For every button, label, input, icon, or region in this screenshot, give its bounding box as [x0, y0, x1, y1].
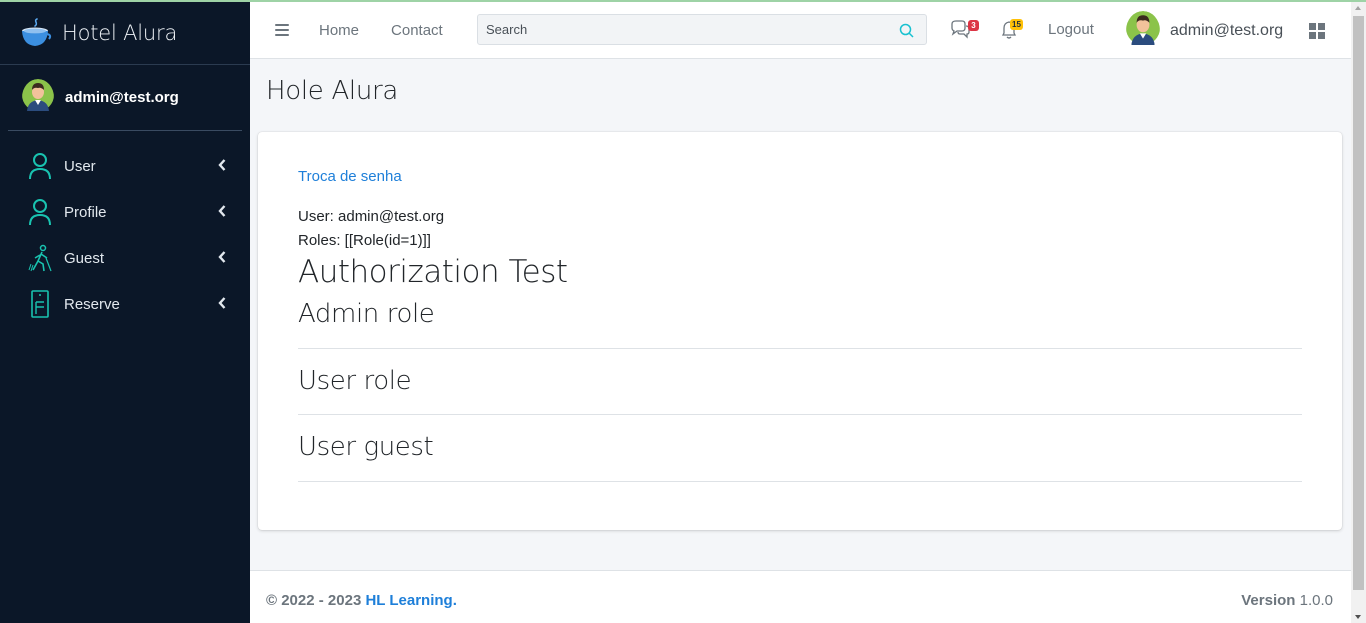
page-title: Hole Alura	[266, 76, 399, 106]
divider	[298, 414, 1302, 415]
sidebar-item-reserve[interactable]: Reserve	[0, 281, 250, 327]
copyright-text: © 2022 - 2023	[266, 592, 366, 609]
logout-link[interactable]: Logout	[1048, 21, 1094, 38]
change-password-link[interactable]: Troca de senha	[298, 168, 402, 185]
chevron-left-icon	[218, 205, 226, 217]
chevron-left-icon	[218, 159, 226, 171]
sidebar: Hotel Alura admin@test.org User Profile …	[0, 2, 250, 623]
version-label: Version	[1241, 592, 1296, 609]
page-scrollbar[interactable]	[1351, 2, 1366, 623]
brand[interactable]: Hotel Alura	[0, 2, 250, 65]
user-guest-heading: User guest	[298, 432, 434, 462]
divider	[298, 481, 1302, 482]
avatar	[1126, 11, 1160, 50]
user-info-text: User: admin@test.org	[298, 208, 445, 225]
sidebar-user-panel[interactable]: admin@test.org	[8, 65, 242, 131]
search-box	[477, 14, 927, 45]
sidebar-item-label: User	[64, 157, 96, 175]
user-role-heading: User role	[298, 366, 412, 396]
brand-name: Hotel Alura	[62, 21, 178, 45]
header-user-name: admin@test.org	[1170, 21, 1284, 39]
divider	[298, 348, 1302, 349]
top-navbar: Home Contact 3 15 Logout admin@	[250, 2, 1351, 59]
sidebar-user-name: admin@test.org	[65, 89, 179, 106]
coffee-cup-logo-icon	[22, 18, 52, 46]
company-link[interactable]: HL Learning.	[365, 592, 456, 609]
scroll-up-arrow-icon[interactable]	[1355, 6, 1361, 10]
user-avatar-icon	[22, 79, 54, 111]
sidebar-item-user[interactable]: User	[0, 143, 250, 189]
nav-home-link[interactable]: Home	[319, 22, 359, 39]
header-user-menu[interactable]: admin@test.org	[1126, 11, 1283, 50]
guest-walking-icon	[27, 244, 53, 272]
footer-copyright: © 2022 - 2023 HL Learning.	[266, 592, 457, 609]
search-icon[interactable]	[899, 23, 914, 38]
scrollbar-thumb[interactable]	[1353, 16, 1364, 590]
messages-button[interactable]: 3	[950, 20, 979, 40]
reserve-door-icon	[27, 290, 53, 318]
notifications-button[interactable]: 15	[1000, 19, 1023, 40]
footer-version: Version 1.0.0	[1241, 592, 1333, 609]
sidebar-item-label: Reserve	[64, 295, 120, 313]
admin-role-heading: Admin role	[298, 299, 435, 329]
scroll-down-arrow-icon[interactable]	[1355, 615, 1361, 619]
authorization-heading: Authorization Test	[298, 254, 568, 290]
apps-grid-icon[interactable]	[1309, 23, 1325, 39]
version-number: 1.0.0	[1299, 592, 1333, 609]
roles-info-text: Roles: [[Role(id=1)]]	[298, 232, 431, 249]
sidebar-nav: User Profile Guest Reserve	[0, 131, 250, 327]
messages-badge: 3	[968, 20, 979, 31]
avatar	[22, 79, 54, 116]
sidebar-item-profile[interactable]: Profile	[0, 189, 250, 235]
person-outline-icon	[27, 152, 53, 180]
nav-contact-link[interactable]: Contact	[391, 22, 443, 39]
notifications-badge: 15	[1010, 19, 1023, 30]
footer: © 2022 - 2023 HL Learning. Version 1.0.0	[250, 570, 1351, 623]
menu-toggle-icon[interactable]	[275, 24, 289, 36]
person-outline-icon	[27, 198, 53, 226]
sidebar-item-label: Profile	[64, 203, 107, 221]
content-card: Troca de senha User: admin@test.org Role…	[258, 132, 1342, 530]
sidebar-item-guest[interactable]: Guest	[0, 235, 250, 281]
user-avatar-icon	[1126, 11, 1160, 45]
chevron-left-icon	[218, 251, 226, 263]
search-input[interactable]	[478, 15, 878, 44]
chevron-left-icon	[218, 297, 226, 309]
sidebar-item-label: Guest	[64, 249, 105, 267]
